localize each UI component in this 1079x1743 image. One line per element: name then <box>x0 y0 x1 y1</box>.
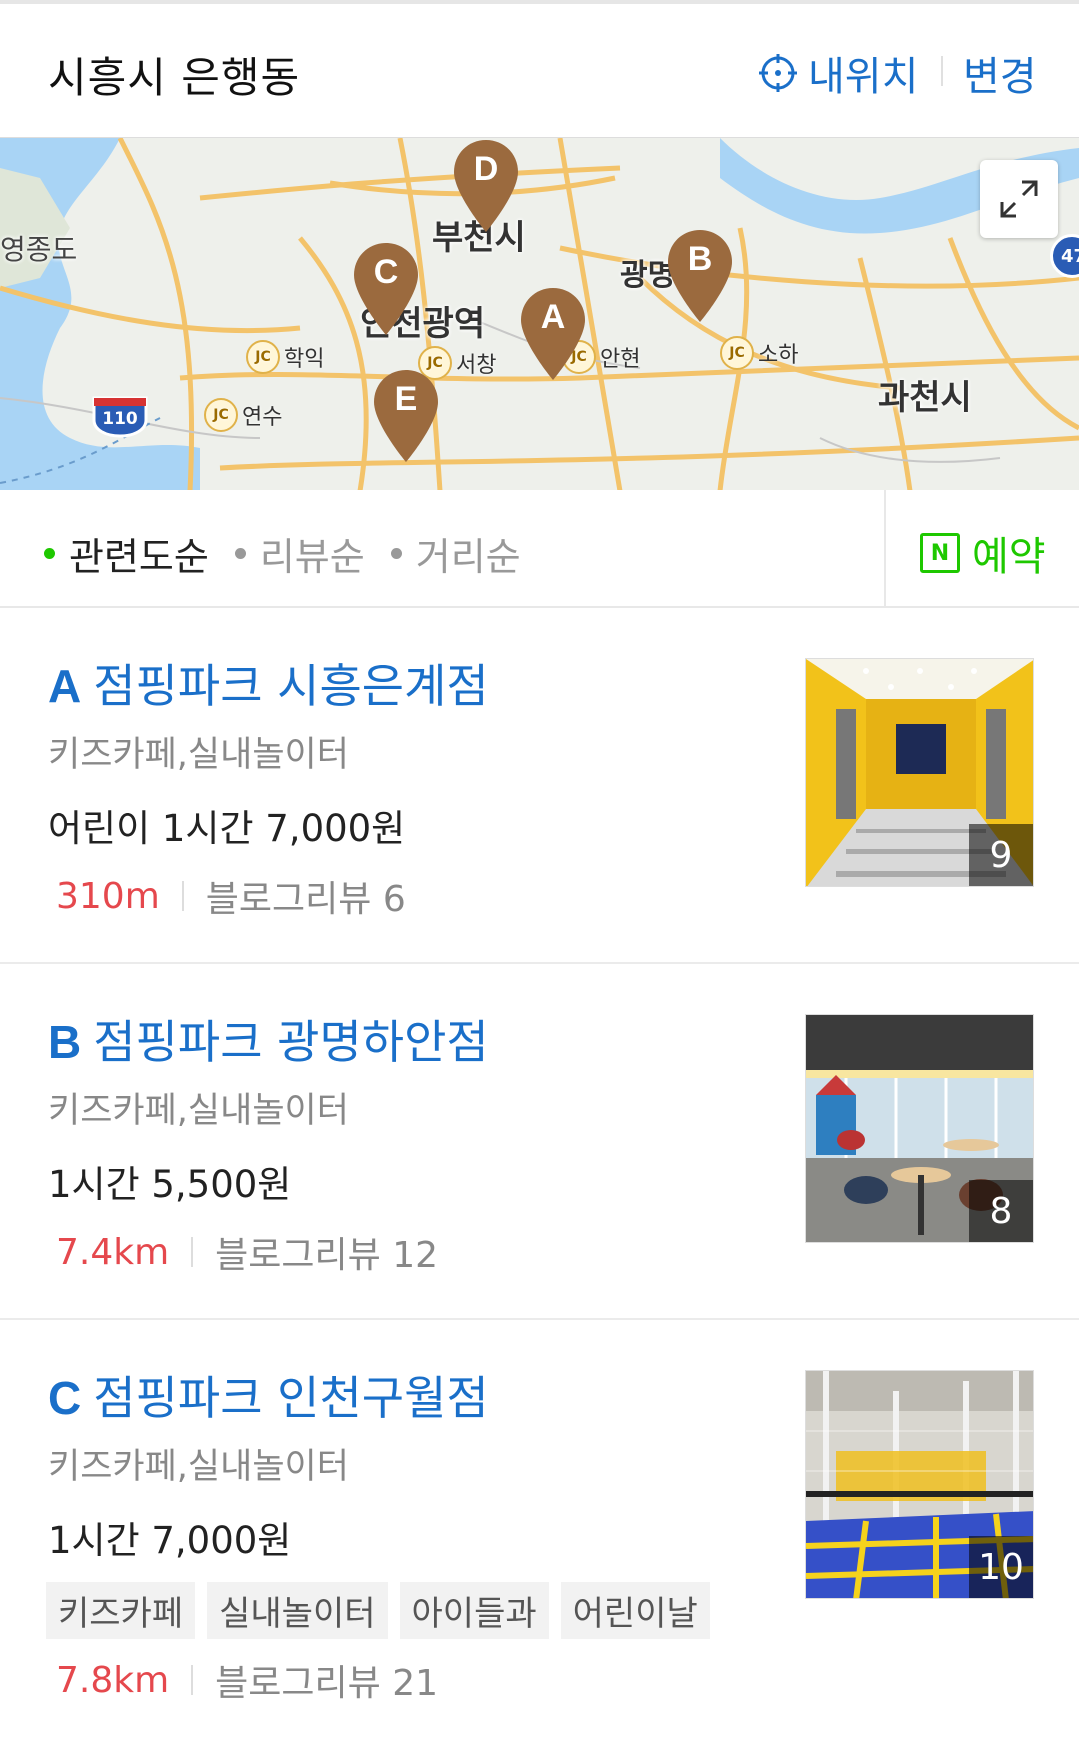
sort-distance[interactable]: 거리순 <box>390 526 521 581</box>
change-location-button[interactable]: 변경 <box>963 44 1037 102</box>
place-distance: 7.8km <box>56 1659 170 1701</box>
place-distance: 310m <box>56 875 160 917</box>
meta-divider <box>191 1237 194 1267</box>
place-title-link[interactable]: A 점핑파크 시흥은계점 <box>48 650 489 716</box>
map-pin-letter: E <box>394 380 418 418</box>
sort-relevance[interactable]: 관련도순 <box>44 526 209 581</box>
tag-chip[interactable]: 아이들과 <box>399 1582 549 1639</box>
map-pin-b[interactable]: B <box>665 228 735 324</box>
place-price: 어린이 1시간 7,000원 <box>48 807 406 850</box>
list-item[interactable]: C 점핑파크 인천구월점 키즈카페,실내놀이터 1시간 7,000원 키즈카페 실… <box>0 1320 1079 1743</box>
place-meta: 7.8km 블로그리뷰 21 <box>56 1654 438 1706</box>
map-label-gwacheon: 과천시 <box>878 378 972 418</box>
booking-label: 예약 <box>972 534 1046 580</box>
booking-filter-button[interactable]: N 예약 <box>920 524 1046 582</box>
place-category: 키즈카페,실내놀이터 <box>48 735 349 775</box>
jc-label: 서창 <box>456 353 497 378</box>
header-divider <box>941 56 943 86</box>
place-name: 점핑파크 시흥은계점 <box>93 659 489 713</box>
photo-count: 10 <box>969 1536 1033 1598</box>
place-title-link[interactable]: C 점핑파크 인천구월점 <box>48 1362 489 1428</box>
map-pin-e[interactable]: E <box>371 368 441 464</box>
place-photo[interactable]: 8 <box>805 1014 1034 1243</box>
place-marker-letter: B <box>48 1016 82 1068</box>
jc-label: 연수 <box>242 405 283 430</box>
place-distance: 7.4km <box>56 1231 170 1273</box>
jc-label: 안현 <box>600 347 641 372</box>
my-location-label: 내위치 <box>808 54 919 100</box>
place-photo[interactable]: 9 <box>805 658 1034 887</box>
sort-reviews[interactable]: 리뷰순 <box>234 526 365 581</box>
active-dot-icon <box>44 548 55 559</box>
jc-yeonsu: JC 연수 <box>204 398 282 432</box>
dot-icon <box>390 548 402 559</box>
blog-review-count[interactable]: 블로그리뷰 21 <box>215 1654 438 1706</box>
location-header: 시흥시 은행동 내위치 변경 <box>0 0 1079 137</box>
map-view[interactable]: 영종도 부천시 인천광역 광명 과천시 JC 학익 JC 서창 JC 안현 JC 소하 … <box>0 137 1079 490</box>
place-name: 점핑파크 광명하안점 <box>93 1015 489 1069</box>
sort-label: 리뷰순 <box>259 535 365 579</box>
jc-badge: JC <box>204 398 238 432</box>
place-meta: 310m 블로그리뷰 6 <box>56 870 406 922</box>
jc-hakik: JC 학익 <box>246 340 324 374</box>
map-label-yeongjong: 영종도 <box>0 233 78 266</box>
map-pin-d[interactable]: D <box>451 138 521 234</box>
list-item[interactable]: A 점핑파크 시흥은계점 키즈카페,실내놀이터 어린이 1시간 7,000원 31… <box>0 608 1079 964</box>
map-expand-button[interactable] <box>980 160 1058 238</box>
map-pin-letter: B <box>687 240 713 278</box>
tag-chip[interactable]: 실내놀이터 <box>207 1582 388 1639</box>
map-pin-letter: C <box>373 253 399 291</box>
place-price: 1시간 7,000원 <box>48 1519 292 1562</box>
place-category: 키즈카페,실내놀이터 <box>48 1447 349 1487</box>
booking-icon-letter: N <box>930 540 950 566</box>
meta-divider <box>181 881 184 911</box>
highway-number: 110 <box>102 409 138 429</box>
my-location-button[interactable]: 내위치 <box>758 44 918 102</box>
sort-label: 관련도순 <box>69 535 209 579</box>
jc-badge: JC <box>246 340 280 374</box>
photo-count: 9 <box>969 824 1033 886</box>
jc-label: 소하 <box>758 343 799 368</box>
tag-chip[interactable]: 어린이날 <box>560 1582 710 1639</box>
jc-label: 학익 <box>284 347 325 372</box>
place-name: 점핑파크 인천구월점 <box>93 1371 489 1425</box>
sort-options: 관련도순 리뷰순 거리순 <box>44 526 521 581</box>
naver-booking-icon: N <box>920 533 960 573</box>
place-category: 키즈카페,실내놀이터 <box>48 1091 349 1131</box>
place-tags: 키즈카페 실내놀이터 아이들과 어린이날 <box>46 1582 710 1639</box>
place-marker-letter: A <box>48 660 82 712</box>
place-photo[interactable]: 10 <box>805 1370 1034 1599</box>
place-price: 1시간 5,500원 <box>48 1163 292 1206</box>
blog-review-count[interactable]: 블로그리뷰 6 <box>206 870 406 922</box>
meta-divider <box>191 1665 194 1695</box>
jc-soha: JC 소하 <box>720 336 798 370</box>
place-meta: 7.4km 블로그리뷰 12 <box>56 1226 438 1278</box>
expand-icon <box>1000 180 1038 218</box>
crosshair-icon <box>759 54 797 92</box>
dot-icon <box>234 548 246 559</box>
list-item[interactable]: B 점핑파크 광명하안점 키즈카페,실내놀이터 1시간 5,500원 7.4km … <box>0 964 1079 1320</box>
highway-number: 47 <box>1061 245 1079 267</box>
current-location-title: 시흥시 은행동 <box>48 53 301 102</box>
map-pin-letter: D <box>473 150 499 188</box>
sort-bar: 관련도순 리뷰순 거리순 N 예약 <box>0 490 1079 608</box>
map-pin-c[interactable]: C <box>351 241 421 337</box>
tag-chip[interactable]: 키즈카페 <box>46 1582 196 1639</box>
place-marker-letter: C <box>48 1372 82 1424</box>
place-title-link[interactable]: B 점핑파크 광명하안점 <box>48 1006 489 1072</box>
jc-badge: JC <box>720 336 754 370</box>
sort-label: 거리순 <box>415 535 521 579</box>
blog-review-count[interactable]: 블로그리뷰 12 <box>215 1226 438 1278</box>
photo-count: 8 <box>969 1180 1033 1242</box>
highway-110-shield: 110 <box>90 394 150 438</box>
booking-divider <box>884 490 886 608</box>
map-pin-a[interactable]: A <box>518 286 588 382</box>
map-pin-letter: A <box>540 298 566 336</box>
